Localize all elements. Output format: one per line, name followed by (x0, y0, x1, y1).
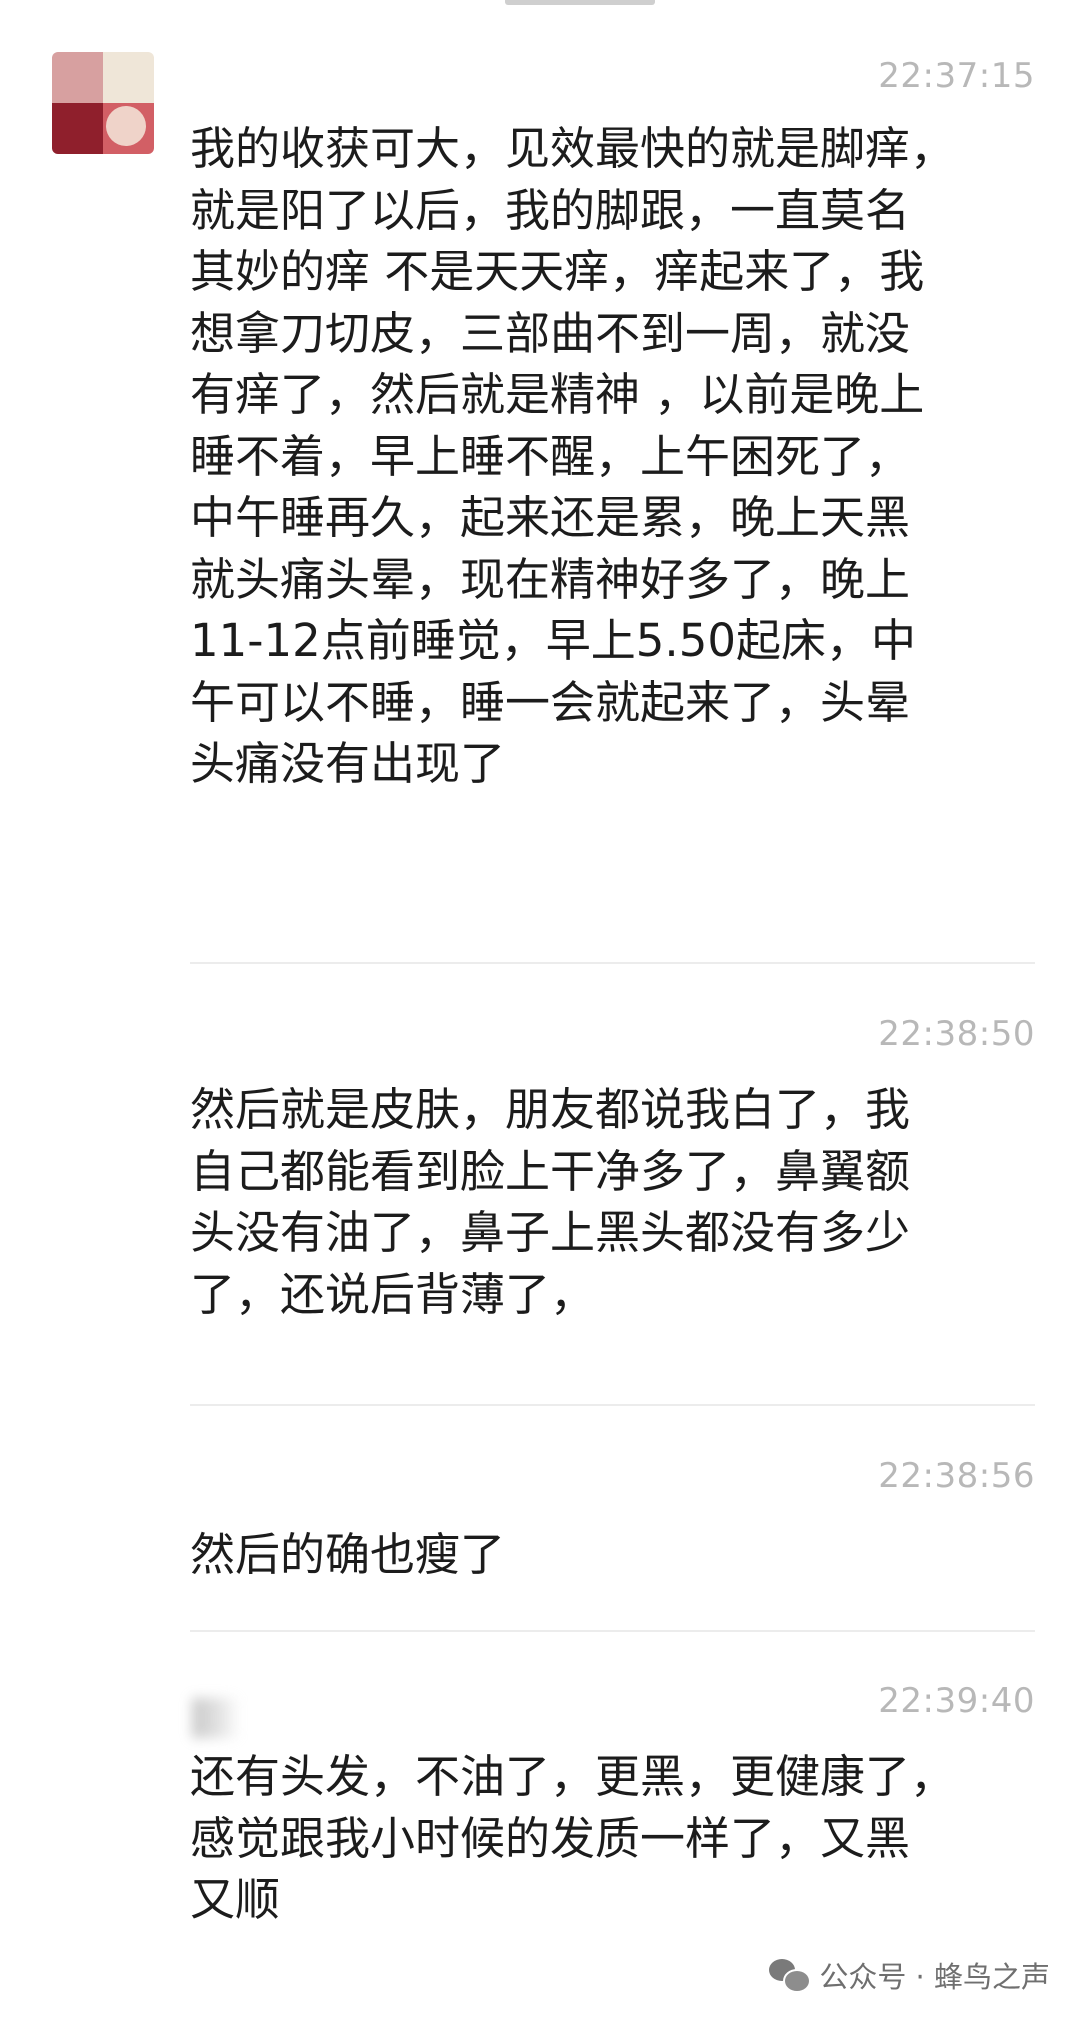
message-time: 22:39:40 (878, 1681, 1035, 1721)
message-text: 然后的确也瘦了 (190, 1528, 506, 1581)
watermark-label: 公众号 · 蜂鸟之声 (819, 1960, 1050, 1994)
avatar-tile (52, 52, 103, 103)
wechat-icon (769, 1959, 812, 1993)
message-time: 22:38:56 (878, 1456, 1035, 1496)
message-text: 还有头发，不油了，更黑，更健康了， 感觉跟我小时候的发质一样了，又黑 又顺 (190, 1750, 956, 1926)
sender-name-redacted (192, 1698, 240, 1738)
top-edge-fragment (505, 0, 655, 5)
avatar-tile (103, 52, 154, 103)
message-text: 我的收获可大，见效最快的就是脚痒， 就是阳了以后，我的脚跟，一直莫名 其妙的痒 … (190, 122, 956, 790)
sender-avatar[interactable] (52, 52, 154, 154)
message-divider (190, 1404, 1035, 1406)
message-time: 22:37:15 (878, 56, 1035, 96)
message-divider (190, 1630, 1035, 1632)
avatar-tile (52, 103, 103, 154)
avatar-figure (106, 106, 146, 146)
message-time: 22:38:50 (878, 1014, 1035, 1054)
message-divider (190, 962, 1035, 964)
message-text: 然后就是皮肤，朋友都说我白了，我 自己都能看到脸上干净多了，鼻翼额 头没有油了，… (190, 1083, 911, 1321)
account-watermark: 公众号 · 蜂鸟之声 (769, 1953, 1050, 1997)
